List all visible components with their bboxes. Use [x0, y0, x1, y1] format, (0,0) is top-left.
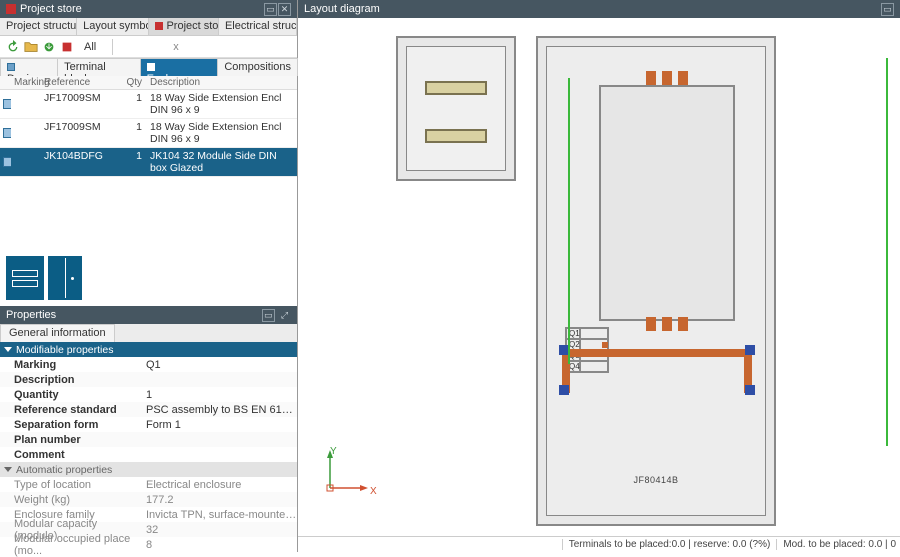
col-desc[interactable]: Description — [146, 77, 297, 88]
prop-value: Electrical enclosure — [140, 479, 297, 491]
guideline[interactable] — [886, 58, 888, 446]
main-enclosure[interactable]: Q1 Q2 Q3 Q4 JF80414B — [536, 36, 776, 526]
tab-layout-symbols[interactable]: Layout symbols — [77, 18, 149, 35]
row-qty: 1 — [122, 119, 146, 147]
folder-icon[interactable] — [24, 40, 38, 54]
enclosure-row-icon — [3, 99, 11, 109]
chevron-down-icon — [4, 467, 12, 472]
enclosure-icon — [147, 63, 155, 71]
col-marking[interactable]: Marking — [0, 77, 44, 88]
prop-value[interactable]: 1 — [140, 389, 297, 401]
status-bar: Terminals to be placed:0.0 | reserve: 0.… — [298, 536, 900, 552]
clear-search-icon[interactable]: x — [173, 41, 179, 53]
status-modules: Mod. to be placed: 0.0 | 0 — [776, 539, 896, 550]
panel-icon — [6, 4, 16, 14]
ftab-terminal[interactable]: Terminal block — [57, 58, 141, 76]
left-tabs: Project structur... Layout symbols Proje… — [0, 18, 297, 36]
din-rail[interactable] — [425, 129, 487, 143]
prop-key: Comment — [0, 449, 140, 461]
layout-diagram-header: Layout diagram ▭ — [298, 0, 900, 18]
row-desc: JK104 32 Module Side DIN box Glazed — [146, 148, 297, 176]
row-qty: 1 — [122, 148, 146, 176]
enclosure-grid: JF17009SM 1 18 Way Side Extension Encl D… — [0, 90, 297, 177]
table-row[interactable]: JF17009SM 1 18 Way Side Extension Encl D… — [0, 90, 297, 119]
restore-icon[interactable]: ▭ — [262, 309, 275, 322]
row-ref: JF17009SM — [44, 119, 122, 147]
project-store-title: Project store — [20, 3, 82, 15]
filter-all-label[interactable]: All — [84, 41, 96, 53]
project-store-header: Project store ▭ ✕ — [0, 0, 297, 18]
enclosure-row-icon — [3, 157, 11, 167]
properties-title: Properties — [6, 309, 56, 321]
close-icon[interactable]: ✕ — [278, 3, 291, 16]
prop-value[interactable]: PSC assembly to BS EN 61439 ... — [140, 404, 297, 416]
enclosure-preview — [0, 250, 297, 306]
prop-key: Separation form — [0, 419, 140, 431]
prop-value[interactable]: Q1 — [140, 359, 297, 371]
prop-key: Reference standard — [0, 404, 140, 416]
prop-value: 8 — [140, 539, 297, 551]
ftab-enclosures[interactable]: Enclosures — [140, 58, 219, 76]
pin-icon[interactable]: ⤢ — [278, 309, 291, 322]
x-axis-label: X — [370, 486, 377, 497]
restore-icon[interactable]: ▭ — [264, 3, 277, 16]
row-ref: JF17009SM — [44, 90, 122, 118]
din-rail[interactable] — [425, 81, 487, 95]
prop-key: Description — [0, 374, 140, 386]
properties-header: Properties ▭ ⤢ — [0, 306, 297, 324]
layout-title: Layout diagram — [304, 3, 380, 15]
prop-value: 177.2 — [140, 494, 297, 506]
enclosure-row-icon — [3, 128, 11, 138]
tab-project-store[interactable]: Project store — [149, 18, 219, 35]
prop-value[interactable]: Form 1 — [140, 419, 297, 431]
table-row[interactable]: JK104BDFG 1 JK104 32 Module Side DIN box… — [0, 148, 297, 177]
props-tab-general[interactable]: General information — [0, 324, 115, 342]
y-axis-label: Y — [330, 446, 337, 457]
import-icon[interactable] — [42, 40, 56, 54]
busbar[interactable] — [554, 343, 760, 393]
prop-key: Plan number — [0, 434, 140, 446]
bottom-terminals[interactable] — [607, 317, 727, 333]
prop-key: Modular occupied place (mo... — [0, 533, 140, 557]
section-automatic[interactable]: Automatic properties — [0, 462, 297, 477]
col-reference[interactable]: Reference — [44, 77, 122, 88]
ftab-device[interactable]: Device — [0, 58, 58, 76]
ftab-compositions[interactable]: Compositions — [217, 58, 298, 76]
prop-value: 32 — [140, 524, 297, 536]
prop-key: Quantity — [0, 389, 140, 401]
grid-header: Marking Reference Qty Description — [0, 76, 297, 90]
preview-thumb-b[interactable] — [48, 256, 82, 300]
left-enclosure[interactable] — [396, 36, 516, 181]
table-row[interactable]: JF17009SM 1 18 Way Side Extension Encl D… — [0, 119, 297, 148]
chevron-down-icon — [4, 347, 12, 352]
store-toolbar: All x — [0, 36, 297, 58]
status-terminals: Terminals to be placed:0.0 | reserve: 0.… — [562, 539, 771, 550]
prop-key: Marking — [0, 359, 140, 371]
col-qty[interactable]: Qty — [122, 77, 146, 88]
row-qty: 1 — [122, 90, 146, 118]
section-modifiable[interactable]: Modifiable properties — [0, 342, 297, 357]
prop-key: Type of location — [0, 479, 140, 491]
export-icon[interactable] — [60, 40, 74, 54]
row-desc: 18 Way Side Extension Encl DIN 96 x 9 — [146, 119, 297, 147]
inner-panel[interactable] — [599, 85, 735, 321]
prop-value: Invicta TPN, surface-mounted enclosure, … — [140, 509, 297, 521]
prop-key: Weight (kg) — [0, 494, 140, 506]
device-icon — [7, 63, 15, 71]
restore-icon[interactable]: ▭ — [881, 3, 894, 16]
row-ref: JK104BDFG — [44, 148, 122, 176]
preview-thumb-a[interactable] — [6, 256, 44, 300]
row-desc: 18 Way Side Extension Encl DIN 96 x 9 — [146, 90, 297, 118]
guideline[interactable] — [568, 78, 570, 364]
enclosure-tag: JF80414B — [633, 475, 678, 485]
tab-project-structure[interactable]: Project structur... — [0, 18, 77, 35]
refresh-icon[interactable] — [6, 40, 20, 54]
tab-electrical-structure[interactable]: Electrical struct... — [219, 18, 297, 35]
layout-canvas[interactable]: Q1 Q2 Q3 Q4 JF80414B — [298, 18, 900, 536]
